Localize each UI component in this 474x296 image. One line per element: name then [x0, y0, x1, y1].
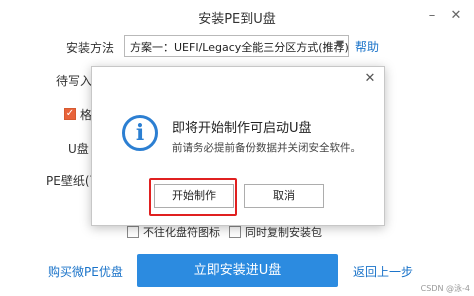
- close-window-button[interactable]: ✕: [446, 6, 466, 26]
- buy-pe-usb-link[interactable]: 购买微PE优盘: [48, 263, 123, 280]
- install-method-value: 方案一：UEFI/Legacy全能三分区方式(推荐): [130, 41, 349, 54]
- highlight-box: [149, 178, 237, 216]
- pending-write-label: 待写入: [56, 74, 93, 88]
- install-method-label: 安装方法: [66, 41, 115, 55]
- dialog-title: 即将开始制作可启动U盘: [172, 121, 312, 136]
- back-link[interactable]: 返回上一步: [353, 263, 413, 280]
- chevron-down-icon: ▼: [336, 39, 344, 50]
- window-title: 安装PE到U盘: [198, 12, 276, 27]
- confirm-dialog: ✕ i 即将开始制作可启动U盘 前请务必提前备份数据并关闭安全软件。 开始制作 …: [91, 66, 385, 226]
- format-checkbox[interactable]: ✓: [64, 108, 76, 120]
- no-format-label: 不往化盘符图标: [143, 226, 220, 239]
- info-icon: i: [122, 115, 158, 151]
- help-link[interactable]: 帮助: [355, 38, 379, 55]
- title-bar: 安装PE到U盘 – ✕: [0, 0, 474, 32]
- udisk-label: U盘: [68, 142, 89, 156]
- no-format-checkbox[interactable]: [127, 226, 139, 238]
- copy-image-label: 同时复制安装包: [245, 226, 322, 239]
- copy-image-checkbox[interactable]: [229, 226, 241, 238]
- installer-window: 安装PE到U盘 – ✕ 安装方法 方案一：UEFI/Legacy全能三分区方式(…: [0, 0, 474, 296]
- install-to-usb-button[interactable]: 立即安装进U盘: [137, 254, 338, 287]
- dialog-close-icon[interactable]: ✕: [362, 71, 378, 86]
- cancel-button[interactable]: 取消: [244, 184, 324, 208]
- watermark: CSDN @泳-4: [420, 284, 470, 293]
- minimize-button[interactable]: –: [422, 6, 442, 26]
- install-method-select[interactable]: 方案一：UEFI/Legacy全能三分区方式(推荐) ▼: [124, 35, 349, 57]
- dialog-message: 前请务必提前备份数据并关闭安全软件。: [172, 142, 361, 154]
